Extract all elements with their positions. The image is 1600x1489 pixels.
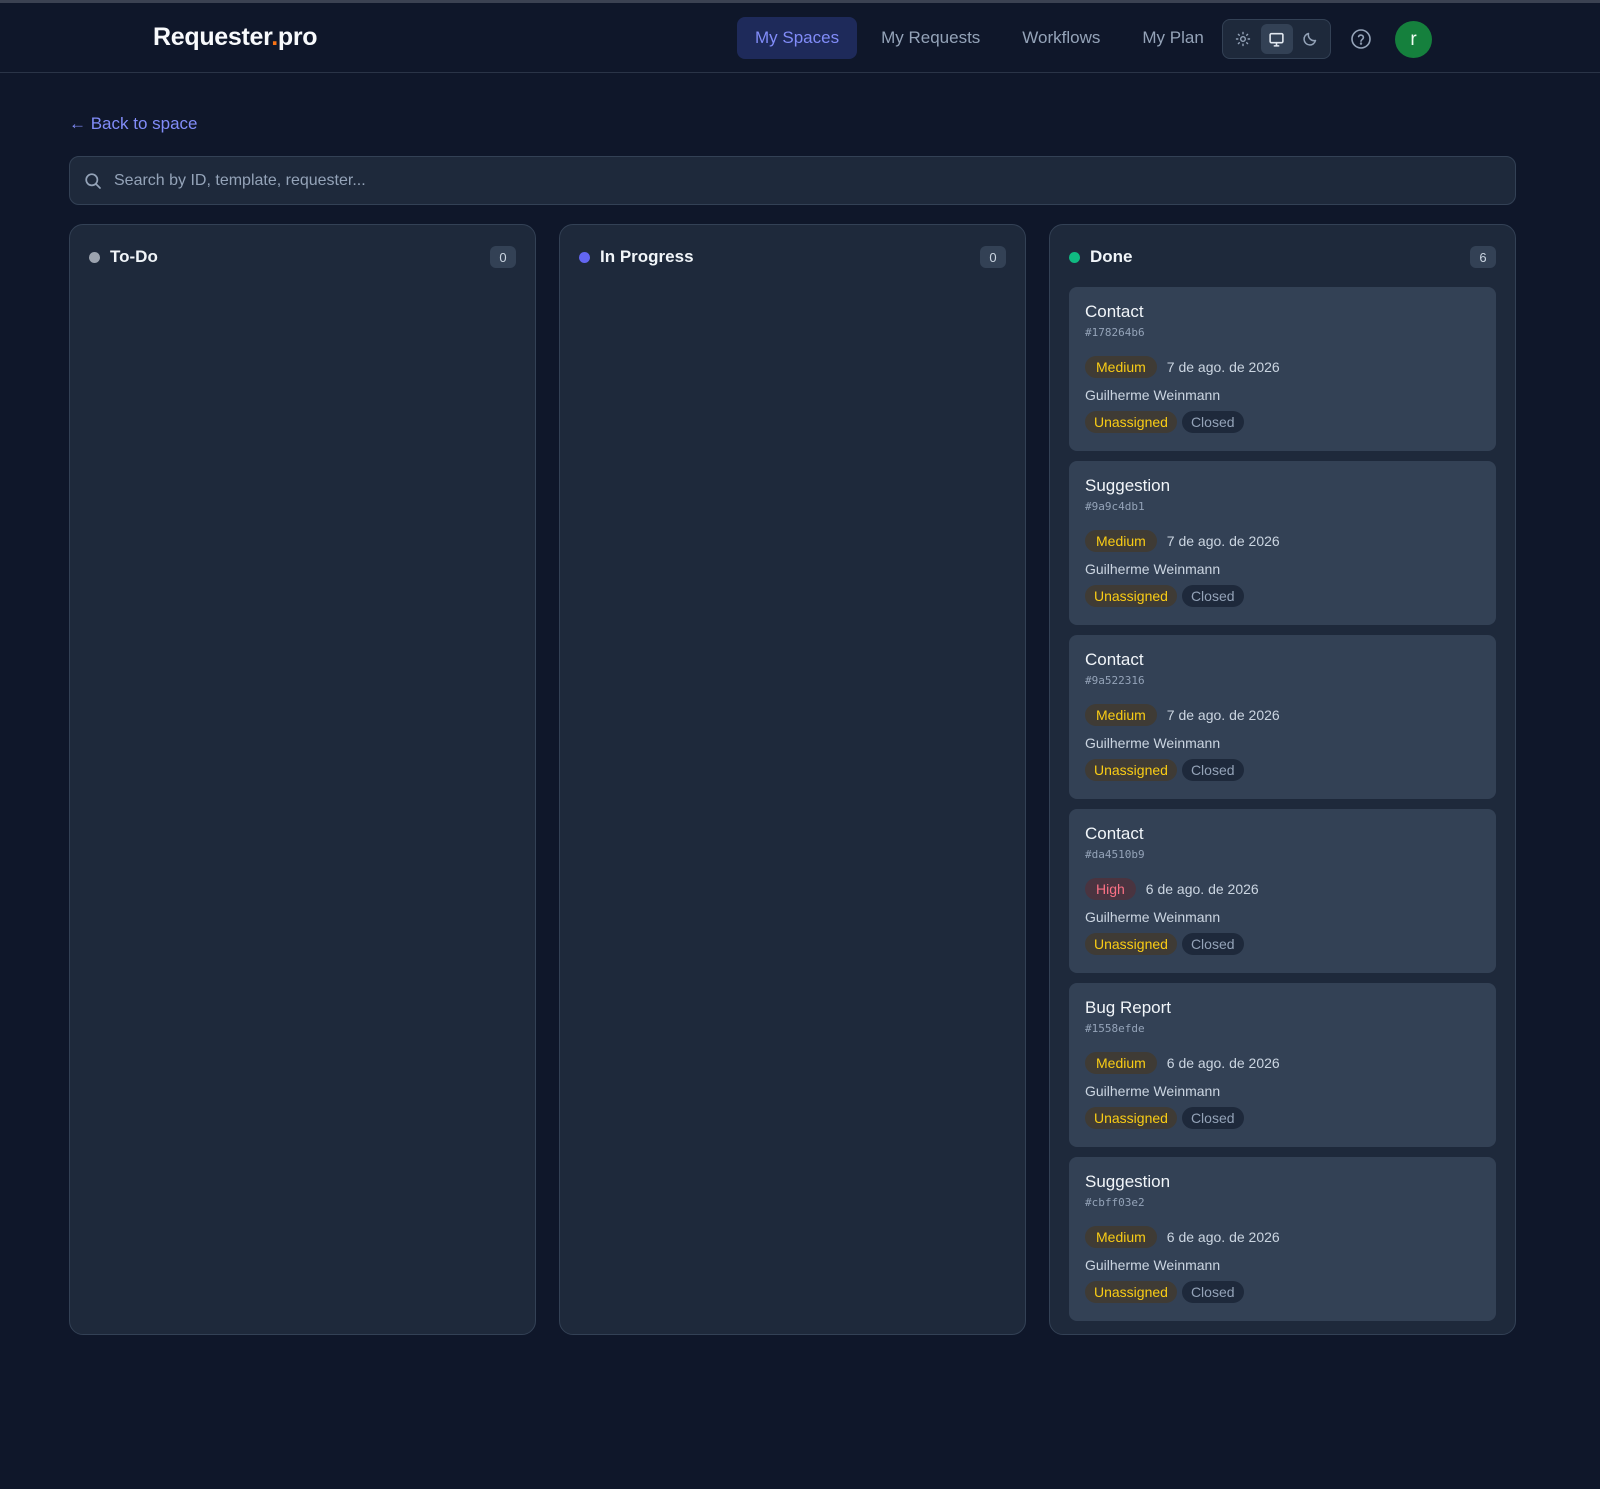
card-id: #1558efde [1085, 1022, 1145, 1035]
card-list: Contact #178264b6 Medium 7 de ago. de 20… [1069, 287, 1496, 1331]
card-id: #cbff03e2 [1085, 1196, 1145, 1209]
column-title: Done [1090, 247, 1133, 266]
status-dot [1069, 251, 1080, 263]
column-count-badge: 0 [490, 246, 516, 268]
assignee-badge: Unassigned [1085, 933, 1177, 955]
search-input[interactable] [114, 157, 1515, 204]
assignee-badge: Unassigned [1085, 1281, 1177, 1303]
priority-badge: Medium [1085, 530, 1157, 552]
nav-workflows[interactable]: Workflows [1004, 17, 1118, 59]
requester-name: Guilherme Weinmann [1085, 735, 1221, 751]
nav-my-spaces[interactable]: My Spaces [737, 17, 858, 59]
priority-badge: High [1085, 878, 1136, 900]
column-header: To-Do 0 [89, 245, 516, 269]
card-date: 6 de ago. de 2026 [1166, 1229, 1280, 1245]
card-id: #9a9c4db1 [1085, 500, 1145, 513]
status-badge: Closed [1181, 933, 1244, 955]
column-done: Done 6 Contact #178264b6 Medium 7 de ago… [1049, 224, 1516, 1335]
sun-icon [1235, 31, 1251, 47]
status-badge: Closed [1181, 585, 1244, 607]
help-circle-icon [1351, 29, 1371, 49]
card-title: Contact [1085, 302, 1144, 321]
priority-badge: Medium [1085, 1052, 1157, 1074]
light-theme-button[interactable] [1227, 24, 1259, 54]
dark-theme-button[interactable] [1294, 24, 1326, 54]
card-id: #178264b6 [1085, 326, 1145, 339]
nav-my-requests[interactable]: My Requests [863, 17, 998, 59]
card-title: Suggestion [1085, 1172, 1171, 1191]
system-theme-button[interactable] [1260, 24, 1293, 54]
requester-name: Guilherme Weinmann [1085, 909, 1221, 925]
assignee-badge: Unassigned [1085, 1107, 1177, 1129]
back-to-space-link[interactable]: ← Back to space [69, 114, 198, 134]
column-title: In Progress [600, 247, 694, 266]
column-count-badge: 6 [1470, 246, 1496, 268]
assignee-badge: Unassigned [1085, 759, 1177, 781]
status-badge: Closed [1181, 1281, 1244, 1303]
assignee-badge: Unassigned [1085, 411, 1177, 433]
app-logo[interactable]: Requester.pro [153, 23, 318, 52]
status-badge: Closed [1181, 759, 1244, 781]
search-icon [85, 172, 101, 189]
request-card[interactable]: Bug Report #1558efde Medium 6 de ago. de… [1069, 983, 1496, 1147]
request-card[interactable]: Contact #da4510b9 High 6 de ago. de 2026… [1069, 809, 1496, 973]
card-date: 7 de ago. de 2026 [1166, 359, 1280, 375]
moon-icon [1303, 32, 1317, 46]
search-bar [69, 156, 1516, 205]
card-title: Bug Report [1085, 998, 1171, 1017]
column-todo: To-Do 0 [69, 224, 536, 1335]
help-button[interactable] [1350, 28, 1372, 50]
priority-badge: Medium [1085, 1226, 1157, 1248]
card-id: #da4510b9 [1085, 848, 1145, 861]
monitor-icon [1269, 32, 1284, 47]
card-id: #9a522316 [1085, 674, 1145, 687]
priority-badge: Medium [1085, 356, 1157, 378]
user-avatar[interactable]: r [1395, 21, 1432, 58]
column-count-badge: 0 [980, 246, 1006, 268]
column-header: Done 6 [1069, 245, 1496, 269]
request-card[interactable]: Contact #9a522316 Medium 7 de ago. de 20… [1069, 635, 1496, 799]
requester-name: Guilherme Weinmann [1085, 387, 1221, 403]
requester-name: Guilherme Weinmann [1085, 561, 1221, 577]
card-title: Suggestion [1085, 476, 1171, 495]
request-card[interactable]: Suggestion #cbff03e2 Medium 6 de ago. de… [1069, 1157, 1496, 1321]
column-in-progress: In Progress 0 [559, 224, 1026, 1335]
card-date: 7 de ago. de 2026 [1166, 707, 1280, 723]
column-header: In Progress 0 [579, 245, 1006, 269]
status-dot [579, 251, 590, 263]
request-card[interactable]: Suggestion #9a9c4db1 Medium 7 de ago. de… [1069, 461, 1496, 625]
requester-name: Guilherme Weinmann [1085, 1257, 1221, 1273]
card-date: 6 de ago. de 2026 [1145, 881, 1259, 897]
nav-my-plan[interactable]: My Plan [1124, 17, 1221, 59]
card-date: 6 de ago. de 2026 [1166, 1055, 1280, 1071]
status-badge: Closed [1181, 1107, 1244, 1129]
status-dot [89, 251, 100, 263]
request-card[interactable]: Contact #178264b6 Medium 7 de ago. de 20… [1069, 287, 1496, 451]
app-header: Requester.pro My Spaces My Requests Work… [0, 3, 1600, 73]
card-date: 7 de ago. de 2026 [1166, 533, 1280, 549]
assignee-badge: Unassigned [1085, 585, 1177, 607]
column-title: To-Do [110, 247, 158, 266]
card-title: Contact [1085, 824, 1144, 843]
requester-name: Guilherme Weinmann [1085, 1083, 1221, 1099]
card-title: Contact [1085, 650, 1144, 669]
priority-badge: Medium [1085, 704, 1157, 726]
main-nav: My Spaces My Requests Workflows My Plan [737, 17, 1228, 59]
theme-switcher [1222, 19, 1331, 59]
status-badge: Closed [1181, 411, 1244, 433]
